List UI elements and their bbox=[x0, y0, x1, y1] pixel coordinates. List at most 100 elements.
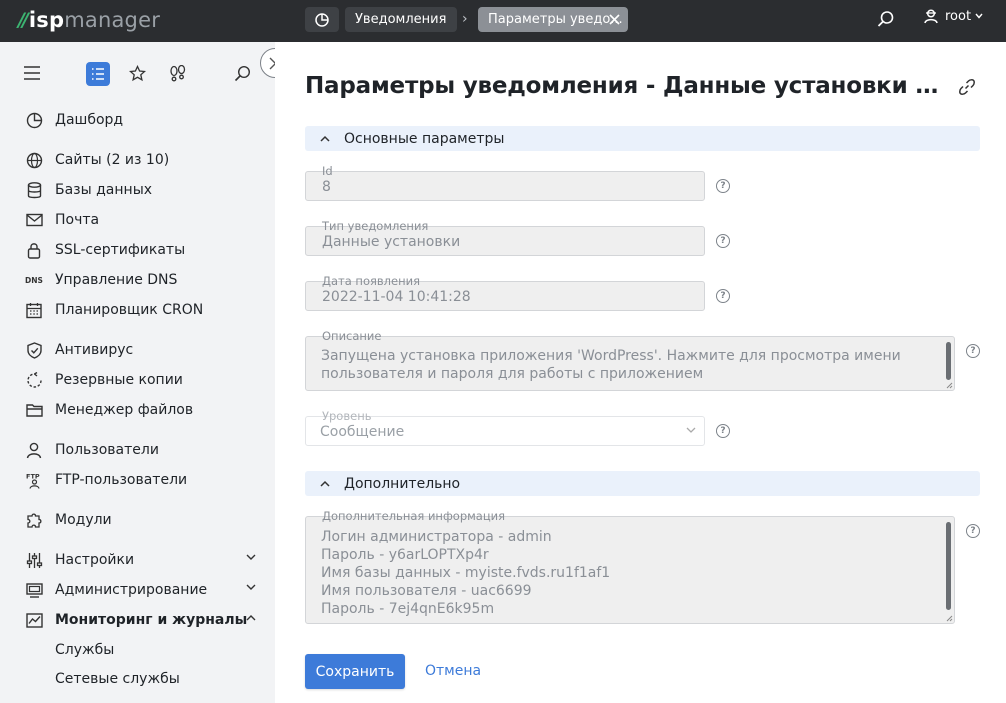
help-icon[interactable]: ? bbox=[716, 289, 730, 303]
sidebar-item-sites[interactable]: Сайты (2 из 10) bbox=[24, 148, 264, 172]
section-title: Дополнительно bbox=[344, 475, 461, 492]
menu-icon[interactable] bbox=[24, 66, 40, 80]
sliders-icon bbox=[26, 552, 42, 568]
sidebar-item-antivirus[interactable]: Антивирус bbox=[24, 338, 264, 362]
id-label: Id bbox=[322, 164, 333, 178]
level-value: Сообщение bbox=[320, 424, 405, 440]
close-tab-icon[interactable] bbox=[609, 14, 620, 25]
sidebar-item-label: Антивирус bbox=[55, 342, 134, 358]
sidebar-subitem-services[interactable]: Службы bbox=[55, 640, 114, 660]
level-label: Уровень bbox=[322, 409, 372, 423]
footprints-icon[interactable] bbox=[169, 65, 187, 82]
description-textarea[interactable]: Описание Запущена установка приложения '… bbox=[305, 330, 955, 391]
cancel-button[interactable]: Отмена bbox=[425, 654, 481, 689]
sidebar-subitem-network-services[interactable]: Сетевые службы bbox=[55, 669, 180, 689]
sidebar-item-label: Мониторинг и журналы bbox=[55, 612, 248, 628]
date-field[interactable]: Дата появления 2022-11-04 10:41:28 bbox=[305, 275, 705, 311]
sidebar-toolbar bbox=[0, 62, 275, 86]
sidebar-item-users[interactable]: Пользователи bbox=[24, 438, 264, 462]
sidebar-item-label: Пользователи bbox=[55, 442, 159, 458]
help-icon[interactable]: ? bbox=[966, 344, 980, 358]
info-line: Логин администратора - admin bbox=[321, 529, 552, 545]
database-icon bbox=[27, 181, 41, 198]
star-icon[interactable] bbox=[129, 65, 146, 82]
help-icon[interactable]: ? bbox=[966, 524, 980, 538]
resize-handle-icon[interactable] bbox=[946, 615, 953, 622]
level-select[interactable]: Уровень Сообщение bbox=[305, 410, 705, 446]
calendar-icon bbox=[26, 302, 42, 318]
description-scrollbar[interactable] bbox=[946, 342, 951, 380]
user-avatar-icon bbox=[924, 9, 938, 24]
sidebar-item-file-manager[interactable]: Менеджер файлов bbox=[24, 398, 264, 422]
user-icon bbox=[26, 442, 42, 458]
notification-type-field[interactable]: Тип уведомления Данные установки bbox=[305, 220, 705, 256]
menu-list-button[interactable] bbox=[86, 62, 110, 86]
id-value: 8 bbox=[322, 179, 331, 195]
sidebar-item-mail[interactable]: Почта bbox=[24, 208, 264, 232]
additional-info-scrollbar[interactable] bbox=[946, 522, 951, 610]
top-bar: // isp manager Уведомления › Параметры у… bbox=[0, 0, 1006, 42]
sidebar-item-cron[interactable]: Планировщик CRON bbox=[24, 298, 264, 322]
list-icon bbox=[92, 68, 104, 80]
help-icon[interactable]: ? bbox=[716, 234, 730, 248]
search-icon[interactable] bbox=[877, 10, 895, 28]
sidebar-item-dns[interactable]: DNS Управление DNS bbox=[24, 268, 264, 292]
sidebar-item-administration[interactable]: Администрирование bbox=[24, 578, 264, 602]
date-label: Дата появления bbox=[322, 274, 421, 288]
sidebar: Дашборд Сайты (2 из 10) Базы данных Почт… bbox=[0, 42, 275, 703]
sidebar-item-dashboard[interactable]: Дашборд bbox=[24, 108, 264, 132]
logo-isp: isp bbox=[28, 8, 65, 32]
sidebar-item-backup[interactable]: Резервные копии bbox=[24, 368, 264, 392]
breadcrumb-dashboard-button[interactable] bbox=[305, 7, 339, 32]
sidebar-item-label: Администрирование bbox=[55, 582, 208, 598]
additional-info-textarea[interactable]: Дополнительная информация Логин админист… bbox=[305, 510, 955, 624]
breadcrumb-notifications[interactable]: Уведомления bbox=[345, 7, 457, 32]
sidebar-item-label: Планировщик CRON bbox=[55, 302, 204, 318]
logo-manager: manager bbox=[64, 8, 161, 32]
help-icon[interactable]: ? bbox=[716, 179, 730, 193]
globe-icon bbox=[26, 152, 42, 168]
section-additional[interactable]: Дополнительно bbox=[305, 471, 980, 496]
description-line: пользователя и пароля для работы с прило… bbox=[321, 366, 704, 382]
sidebar-item-modules[interactable]: Модули bbox=[24, 508, 264, 532]
description-label: Описание bbox=[322, 329, 382, 343]
help-icon[interactable]: ? bbox=[716, 424, 730, 438]
main-content: Параметры уведомления - Данные установки… bbox=[275, 42, 1006, 703]
sidebar-search-icon[interactable] bbox=[234, 65, 251, 82]
lock-icon bbox=[27, 242, 41, 259]
sidebar-item-monitoring[interactable]: Мониторинг и журналы bbox=[24, 608, 264, 632]
svg-text:FTP: FTP bbox=[26, 472, 40, 480]
additional-info-label: Дополнительная информация bbox=[322, 509, 506, 523]
chevron-down-icon bbox=[686, 427, 696, 433]
page-title: Параметры уведомления - Данные установки… bbox=[305, 73, 945, 99]
info-line: Пароль - 7ej4qnE6k95m bbox=[321, 601, 495, 617]
sidebar-item-ssl[interactable]: SSL-сертификаты bbox=[24, 238, 264, 262]
ftp-icon: FTP bbox=[26, 472, 40, 489]
dashboard-icon bbox=[26, 112, 42, 128]
notification-type-label: Тип уведомления bbox=[322, 219, 429, 233]
ispmanager-logo[interactable]: // isp manager bbox=[18, 7, 160, 33]
folder-icon bbox=[25, 404, 43, 417]
sidebar-item-label: Базы данных bbox=[55, 182, 153, 198]
sidebar-item-ftp-users[interactable]: FTP FTP-пользователи bbox=[24, 468, 264, 492]
sidebar-item-settings[interactable]: Настройки bbox=[24, 548, 264, 572]
chevron-up-icon bbox=[320, 135, 330, 142]
chevron-up-icon bbox=[246, 615, 256, 621]
section-main-params[interactable]: Основные параметры bbox=[305, 126, 980, 151]
sidebar-item-label: Управление DNS bbox=[55, 272, 178, 288]
breadcrumb-current-tab[interactable]: Параметры уведо... bbox=[478, 7, 628, 32]
user-menu[interactable]: root bbox=[923, 8, 983, 24]
sidebar-item-databases[interactable]: Базы данных bbox=[24, 178, 264, 202]
sidebar-item-label: Дашборд bbox=[55, 112, 124, 128]
sidebar-item-label: Почта bbox=[55, 212, 100, 228]
chevron-down-icon bbox=[246, 584, 256, 590]
id-field[interactable]: Id 8 bbox=[305, 165, 705, 201]
resize-handle-icon[interactable] bbox=[946, 382, 953, 389]
sidebar-item-label: Сайты (2 из 10) bbox=[55, 152, 170, 168]
link-icon[interactable] bbox=[958, 78, 976, 96]
section-title: Основные параметры bbox=[344, 130, 505, 147]
save-button[interactable]: Сохранить bbox=[305, 654, 405, 689]
mail-icon bbox=[25, 213, 43, 227]
logo-slashes: // bbox=[18, 9, 29, 31]
breadcrumb-separator: › bbox=[462, 11, 468, 27]
